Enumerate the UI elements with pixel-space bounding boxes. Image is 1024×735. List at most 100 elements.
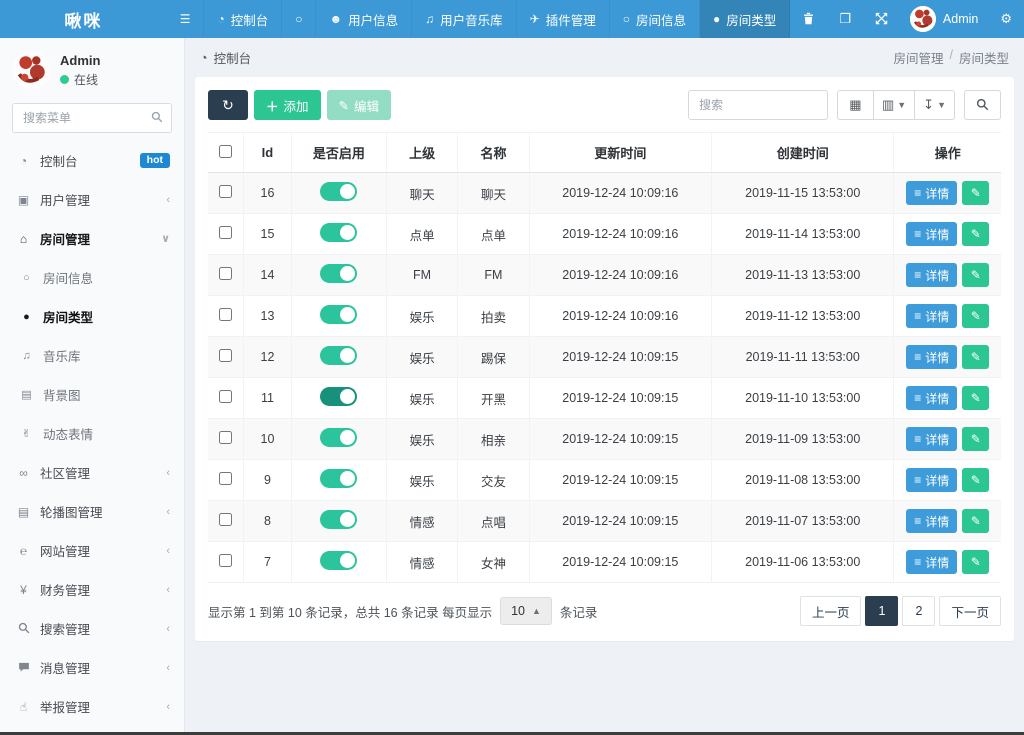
column-header-创建时间[interactable]: 创建时间 — [711, 132, 894, 173]
edit-row-button[interactable]: ✎ — [962, 427, 990, 451]
page-size-select[interactable]: 10 ▲ — [500, 597, 552, 625]
sidebar-item-动态表情[interactable]: ✌ 动态表情 — [0, 414, 184, 453]
detail-button[interactable]: ≡ 详情 — [906, 427, 958, 451]
row-checkbox[interactable] — [219, 349, 233, 362]
nav-item-circle-o[interactable]: ○ — [282, 0, 317, 38]
sidebar-item-搜索管理[interactable]: 搜索管理 ‹ — [0, 609, 184, 648]
edit-row-button[interactable]: ✎ — [962, 345, 990, 369]
edit-row-button[interactable]: ✎ — [962, 509, 990, 533]
column-header-是否启用[interactable]: 是否启用 — [290, 132, 387, 173]
detail-button[interactable]: ≡ 详情 — [906, 468, 958, 492]
search-button[interactable] — [964, 90, 1001, 120]
enabled-toggle[interactable] — [320, 305, 358, 324]
next-page-button[interactable]: 下一页 — [939, 596, 1001, 626]
edit-row-button[interactable]: ✎ — [962, 222, 990, 246]
toggle-view-button[interactable]: ▦ — [836, 90, 874, 120]
trash-button[interactable] — [790, 0, 827, 38]
enabled-toggle[interactable] — [320, 387, 358, 406]
nav-item-控制台[interactable]: ◔ 控制台 — [204, 0, 283, 38]
enabled-toggle[interactable] — [320, 264, 358, 283]
pencil-icon: ✎ — [970, 186, 981, 200]
cell-name: 女神 — [457, 541, 530, 583]
row-checkbox[interactable] — [219, 554, 233, 567]
row-checkbox[interactable] — [219, 267, 233, 280]
enabled-toggle[interactable] — [320, 428, 358, 447]
enabled-toggle[interactable] — [320, 469, 358, 488]
detail-button[interactable]: ≡ 详情 — [906, 550, 958, 574]
sidebar-item-社区管理[interactable]: ∞ 社区管理 ‹ — [0, 453, 184, 492]
sidebar-search-input[interactable] — [12, 103, 172, 133]
detail-button[interactable]: ≡ 详情 — [906, 509, 958, 533]
user-avatar[interactable] — [12, 51, 50, 89]
copy-button[interactable]: ❐ — [827, 0, 863, 38]
detail-button[interactable]: ≡ 详情 — [906, 386, 958, 410]
table-search-input[interactable] — [687, 90, 828, 120]
enabled-toggle[interactable] — [320, 510, 358, 529]
sidebar-item-房间管理[interactable]: ⌂ 房间管理 ∨ — [0, 219, 184, 258]
enabled-toggle[interactable] — [320, 223, 358, 242]
enabled-toggle[interactable] — [320, 346, 358, 365]
cell-actions: ≡ 详情 ✎ — [893, 336, 1001, 378]
enabled-toggle[interactable] — [320, 182, 358, 201]
add-button[interactable]: ＋ 添加 — [254, 90, 321, 120]
sidebar-item-财务管理[interactable]: ¥ 财务管理 ‹ — [0, 570, 184, 609]
sidebar-item-房间类型[interactable]: ● 房间类型 — [0, 297, 184, 336]
page-button-2[interactable]: 2 — [902, 596, 936, 626]
column-header-操作[interactable]: 操作 — [893, 132, 1001, 173]
sidebar-item-轮播图管理[interactable]: ▤ 轮播图管理 ‹ — [0, 492, 184, 531]
refresh-button[interactable]: ↻ — [208, 90, 248, 120]
row-checkbox[interactable] — [219, 390, 233, 403]
breadcrumb-item-房间类型[interactable]: 房间类型 — [959, 48, 1009, 67]
detail-button[interactable]: ≡ 详情 — [906, 222, 958, 246]
edit-row-button[interactable]: ✎ — [962, 386, 990, 410]
sidebar-item-举报管理[interactable]: ☝ 举报管理 ‹ — [0, 687, 184, 726]
detail-button[interactable]: ≡ 详情 — [906, 263, 958, 287]
row-checkbox[interactable] — [219, 431, 233, 444]
expand-button[interactable] — [863, 0, 900, 38]
nav-item-插件管理[interactable]: ✈ 插件管理 — [517, 0, 610, 38]
select-all-checkbox[interactable] — [219, 144, 233, 158]
edit-row-button[interactable]: ✎ — [962, 263, 990, 287]
columns-button[interactable]: ▥ ▼ — [873, 90, 916, 120]
nav-item-bars[interactable]: ☰ — [167, 0, 205, 38]
detail-button[interactable]: ≡ 详情 — [906, 345, 958, 369]
detail-button[interactable]: ≡ 详情 — [906, 304, 958, 328]
column-header-更新时间[interactable]: 更新时间 — [528, 132, 712, 173]
export-icon: ↧ — [923, 97, 935, 112]
nav-item-房间类型[interactable]: ● 房间类型 — [699, 0, 791, 38]
sidebar-item-用户管理[interactable]: ▣ 用户管理 ‹ — [0, 180, 184, 219]
sidebar-item-背景图[interactable]: ▤ 背景图 — [0, 375, 184, 414]
edit-row-button[interactable]: ✎ — [962, 181, 990, 205]
edit-row-button[interactable]: ✎ — [962, 304, 990, 328]
column-header-上级[interactable]: 上级 — [385, 132, 458, 173]
row-checkbox[interactable] — [219, 308, 233, 321]
sidebar-item-消息管理[interactable]: 消息管理 ‹ — [0, 648, 184, 687]
row-checkbox[interactable] — [219, 513, 233, 526]
edit-row-button[interactable]: ✎ — [962, 550, 990, 574]
brand-logo[interactable]: 啾咪 — [0, 0, 167, 38]
row-checkbox[interactable] — [219, 472, 233, 485]
row-checkbox[interactable] — [219, 185, 233, 198]
sidebar-item-网站管理[interactable]: ℮ 网站管理 ‹ — [0, 531, 184, 570]
row-checkbox[interactable] — [219, 226, 233, 239]
settings-button[interactable]: ⚙ — [988, 0, 1024, 38]
sidebar-item-label: 网站管理 — [40, 545, 91, 559]
nav-item-房间信息[interactable]: ○ 房间信息 — [610, 0, 700, 38]
breadcrumb-item-房间管理[interactable]: 房间管理 — [893, 48, 943, 67]
edit-row-button[interactable]: ✎ — [962, 468, 990, 492]
breadcrumb-separator: / — [949, 48, 953, 62]
edit-button[interactable]: ✎ 编辑 — [326, 90, 392, 120]
sidebar-item-房间信息[interactable]: ○ 房间信息 — [0, 258, 184, 297]
column-header-Id[interactable]: Id — [243, 132, 292, 173]
enabled-toggle[interactable] — [320, 551, 358, 570]
nav-item-用户信息[interactable]: ☻ 用户信息 — [316, 0, 413, 38]
export-button[interactable]: ↧ ▼ — [915, 90, 955, 120]
column-header-名称[interactable]: 名称 — [457, 132, 530, 173]
nav-item-用户音乐库[interactable]: ♫ 用户音乐库 — [412, 0, 517, 38]
sidebar-item-控制台[interactable]: ◔ 控制台 hot — [0, 141, 184, 180]
page-button-1[interactable]: 1 — [865, 596, 899, 626]
admin-user-menu[interactable]: Admin — [900, 6, 988, 32]
sidebar-item-音乐库[interactable]: ♫ 音乐库 — [0, 336, 184, 375]
prev-page-button[interactable]: 上一页 — [799, 596, 862, 626]
detail-button[interactable]: ≡ 详情 — [906, 181, 958, 205]
